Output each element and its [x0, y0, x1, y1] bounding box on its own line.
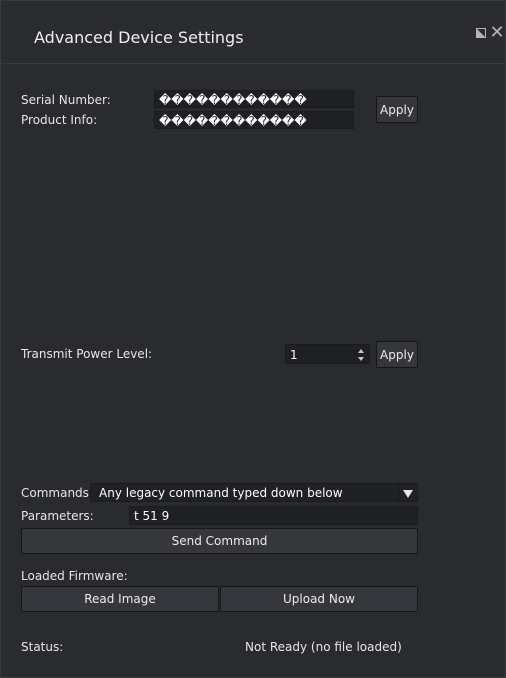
advanced-device-settings-window: Advanced Device Settings ✕ Serial Number…: [0, 0, 506, 678]
apply-device-info-button[interactable]: Apply: [376, 96, 418, 123]
product-info-field[interactable]: ������������: [154, 111, 354, 129]
title-bar: Advanced Device Settings ✕: [1, 1, 505, 64]
commands-select[interactable]: Any legacy command typed down below: [90, 483, 418, 502]
status-label: Status:: [21, 640, 64, 654]
apply-power-button[interactable]: Apply: [376, 341, 418, 368]
upload-now-button[interactable]: Upload Now: [220, 586, 418, 612]
product-info-label: Product Info:: [21, 113, 98, 127]
chevron-down-icon[interactable]: [398, 484, 417, 501]
spin-down-arrow-icon[interactable]: [358, 357, 364, 361]
spin-up-arrow-icon[interactable]: [358, 349, 364, 353]
commands-label: Commands:: [21, 486, 93, 500]
restore-window-icon[interactable]: [473, 25, 489, 41]
commands-selected-value: Any legacy command typed down below: [99, 486, 343, 500]
transmit-power-spinbox[interactable]: 1: [285, 344, 370, 364]
serial-number-label: Serial Number:: [21, 93, 111, 107]
transmit-power-label: Transmit Power Level:: [21, 347, 153, 361]
serial-number-field[interactable]: ������������: [154, 90, 354, 108]
status-value: Not Ready (no file loaded): [245, 640, 402, 654]
send-command-button[interactable]: Send Command: [21, 528, 418, 554]
parameters-label: Parameters:: [21, 509, 94, 523]
window-title: Advanced Device Settings: [34, 28, 244, 47]
parameters-input[interactable]: t 51 9: [129, 506, 418, 525]
loaded-firmware-label: Loaded Firmware:: [21, 569, 128, 583]
read-image-button[interactable]: Read Image: [21, 586, 219, 612]
close-icon[interactable]: ✕: [489, 24, 505, 42]
transmit-power-value: 1: [290, 348, 298, 362]
